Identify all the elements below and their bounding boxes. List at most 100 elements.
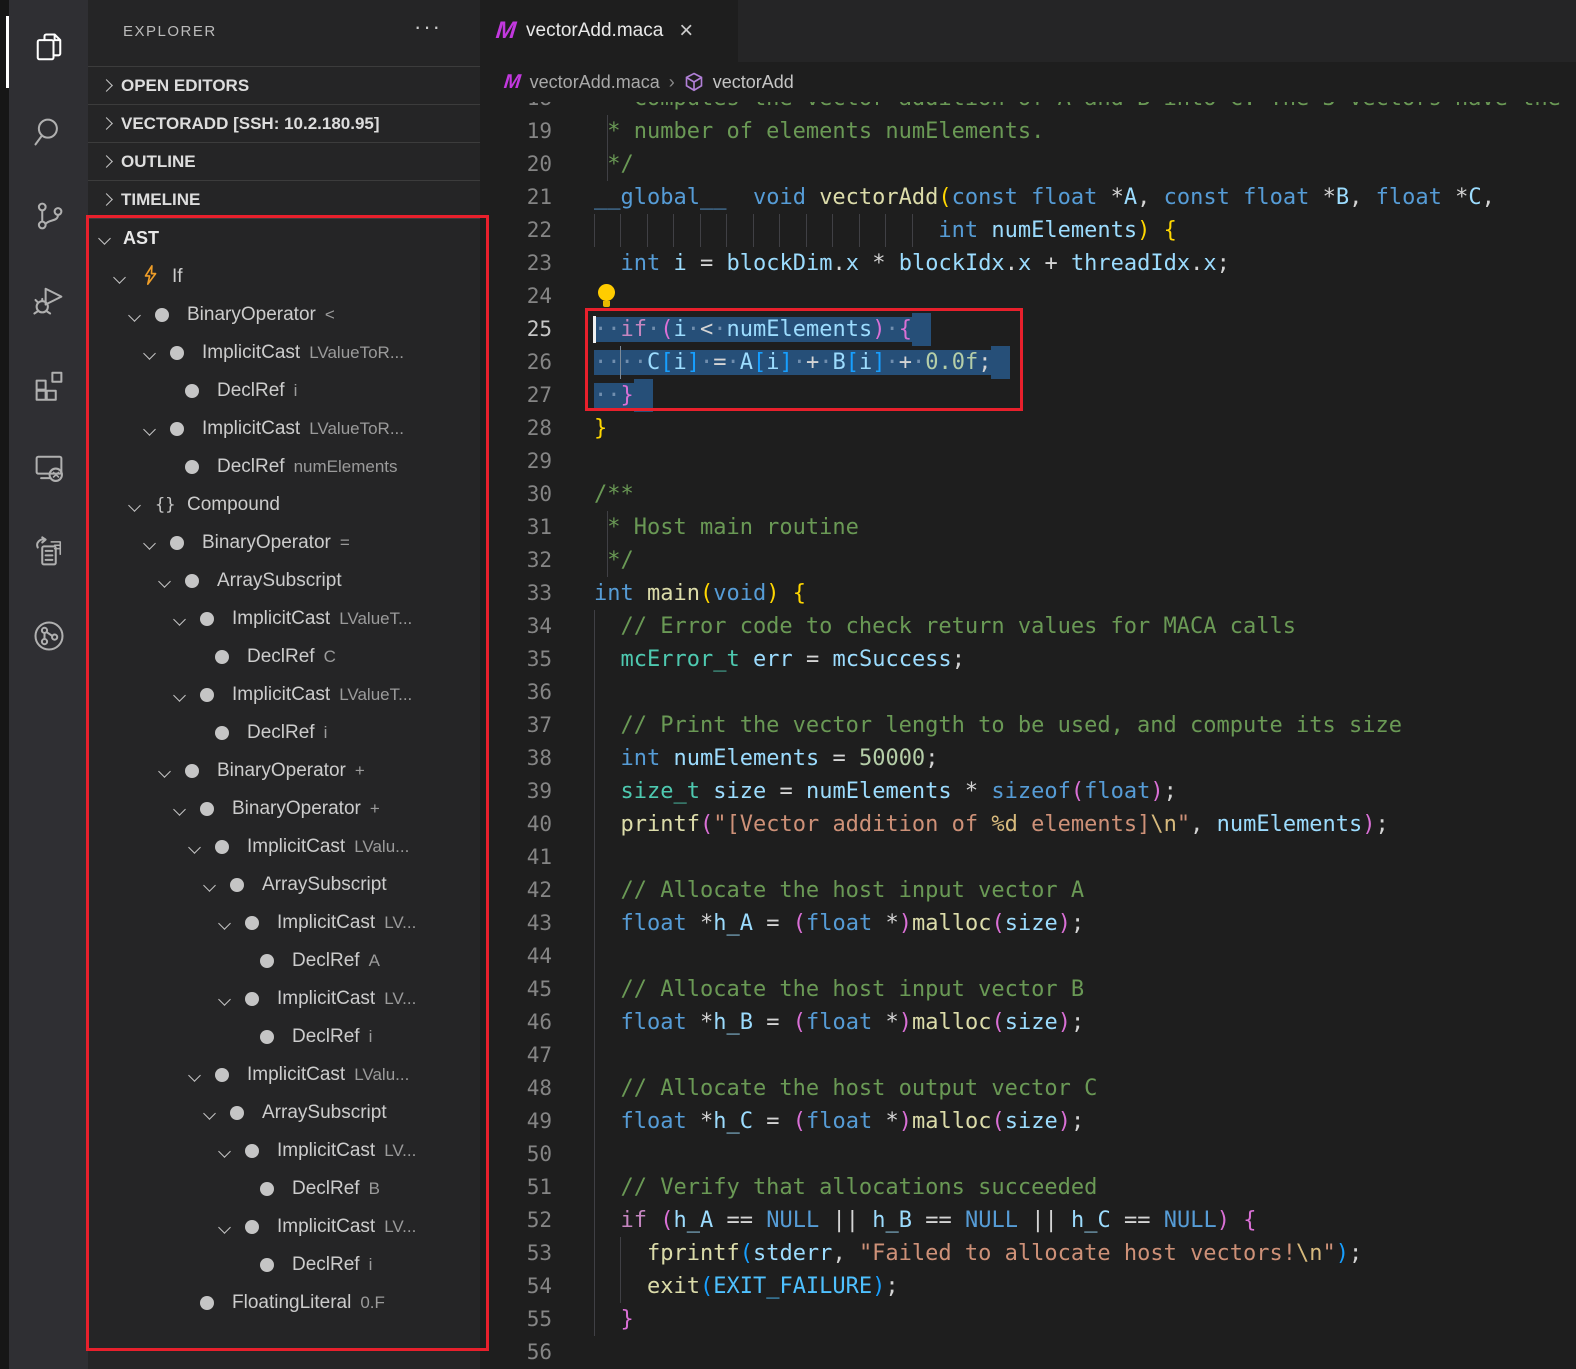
ast-node-binaryoperator-[interactable]: BinaryOperator< (88, 296, 480, 334)
code-line-49[interactable]: 49 float *h_C = (float *)malloc(size); (480, 1105, 1576, 1138)
ast-node-implicitcast-lvalu[interactable]: ImplicitCastLValu... (88, 828, 480, 866)
ast-node-implicitcast-lvaluet[interactable]: ImplicitCastLValueT... (88, 676, 480, 714)
ast-node-declref-b[interactable]: DeclRefB (88, 1170, 480, 1208)
code-line-45[interactable]: 45 // Allocate the host input vector B (480, 973, 1576, 1006)
ast-node-arraysubscript[interactable]: ArraySubscript (88, 1094, 480, 1132)
more-actions-icon[interactable]: ··· (414, 14, 442, 40)
activity-item-extensions[interactable] (9, 344, 88, 428)
code-line-25[interactable]: 25··if·(i·<·numElements)·{ (480, 313, 1576, 346)
code-line-19[interactable]: 19 * number of elements numElements. (480, 115, 1576, 148)
code-line-31[interactable]: 31 * Host main routine (480, 511, 1576, 544)
breadcrumb-file[interactable]: vectorAdd.maca (530, 72, 660, 93)
code-line-42[interactable]: 42 // Allocate the host input vector A (480, 874, 1576, 907)
indent-guide (594, 610, 595, 643)
activity-item-explorer[interactable] (9, 8, 88, 92)
code-line-41[interactable]: 41 (480, 841, 1576, 874)
code-line-38[interactable]: 38 int numElements = 50000; (480, 742, 1576, 775)
activity-bar (9, 0, 88, 1369)
text-cursor (593, 316, 596, 343)
lightbulb-icon[interactable] (598, 284, 615, 309)
activity-item-run-debug[interactable] (9, 260, 88, 344)
code-line-26[interactable]: 26····C[i]·=·A[i]·+·B[i]·+·0.0f; (480, 346, 1576, 379)
ast-section-header[interactable]: AST (88, 218, 480, 258)
code-line-48[interactable]: 48 // Allocate the host output vector C (480, 1072, 1576, 1105)
node-circle-icon (245, 1144, 259, 1158)
ast-node-desc: LValueToR... (309, 419, 404, 439)
activity-item-source-control[interactable] (9, 176, 88, 260)
ast-node-implicitcast-lvaluetor[interactable]: ImplicitCastLValueToR... (88, 334, 480, 372)
code-line-46[interactable]: 46 float *h_B = (float *)malloc(size); (480, 1006, 1576, 1039)
ast-node-arraysubscript[interactable]: ArraySubscript (88, 562, 480, 600)
code-line-40[interactable]: 40 printf("[Vector addition of %d elemen… (480, 808, 1576, 841)
code-line-34[interactable]: 34 // Error code to check return values … (480, 610, 1576, 643)
code-line-20[interactable]: 20 */ (480, 148, 1576, 181)
code-line-37[interactable]: 37 // Print the vector length to be used… (480, 709, 1576, 742)
code-line-43[interactable]: 43 float *h_A = (float *)malloc(size); (480, 907, 1576, 940)
code-line-55[interactable]: 55 } (480, 1303, 1576, 1336)
code-line-56[interactable]: 56 (480, 1336, 1576, 1369)
code-line-39[interactable]: 39 size_t size = numElements * sizeof(fl… (480, 775, 1576, 808)
sidebar-section-outline[interactable]: OUTLINE (88, 142, 480, 180)
line-text: printf("[Vector addition of %d elements]… (594, 808, 1389, 841)
code-line-51[interactable]: 51 // Verify that allocations succeeded (480, 1171, 1576, 1204)
line-text: // Verify that allocations succeeded (594, 1171, 1097, 1204)
indent-guide (594, 1270, 595, 1303)
ast-node-binaryoperator-[interactable]: BinaryOperator+ (88, 790, 480, 828)
code-area[interactable]: 18 * Computes the vector addition of A a… (480, 0, 1576, 1369)
code-line-21[interactable]: 21__global__ void vectorAdd(const float … (480, 181, 1576, 214)
code-line-22[interactable]: 22 int numElements) { (480, 214, 1576, 247)
code-line-35[interactable]: 35 mcError_t err = mcSuccess; (480, 643, 1576, 676)
ast-node-implicitcast-lv[interactable]: ImplicitCastLV... (88, 980, 480, 1018)
ast-node-implicitcast-lvalu[interactable]: ImplicitCastLValu... (88, 1056, 480, 1094)
code-line-52[interactable]: 52 if (h_A == NULL || h_B == NULL || h_C… (480, 1204, 1576, 1237)
code-line-28[interactable]: 28} (480, 412, 1576, 445)
code-line-33[interactable]: 33int main(void) { (480, 577, 1576, 610)
line-text: float *h_B = (float *)malloc(size); (594, 1006, 1084, 1039)
close-icon[interactable]: × (679, 19, 693, 43)
sidebar-section-timeline[interactable]: TIMELINE (88, 180, 480, 218)
ast-node-implicitcast-lvaluet[interactable]: ImplicitCastLValueT... (88, 600, 480, 638)
ast-node-declref-i[interactable]: DeclRefi (88, 714, 480, 752)
code-line-44[interactable]: 44 (480, 940, 1576, 973)
ast-node-declref-i[interactable]: DeclRefi (88, 1018, 480, 1056)
ast-node-declref-a[interactable]: DeclRefA (88, 942, 480, 980)
code-line-24[interactable]: 24 (480, 280, 1576, 313)
chevron-down-icon (203, 879, 216, 892)
code-line-36[interactable]: 36 (480, 676, 1576, 709)
code-line-30[interactable]: 30/** (480, 478, 1576, 511)
code-line-47[interactable]: 47 (480, 1039, 1576, 1072)
ast-node-compound[interactable]: {}Compound (88, 486, 480, 524)
ast-node-binaryoperator-[interactable]: BinaryOperator+ (88, 752, 480, 790)
line-text: } (594, 1303, 634, 1336)
breadcrumb-symbol[interactable]: vectorAdd (713, 72, 794, 93)
activity-item-remote-explorer[interactable] (9, 428, 88, 512)
node-circle-icon (170, 346, 184, 360)
code-line-32[interactable]: 32 */ (480, 544, 1576, 577)
code-line-54[interactable]: 54 exit(EXIT_FAILURE); (480, 1270, 1576, 1303)
sidebar-section-open-editors[interactable]: OPEN EDITORS (88, 66, 480, 104)
code-line-29[interactable]: 29 (480, 445, 1576, 478)
ast-node-implicitcast-lv[interactable]: ImplicitCastLV... (88, 904, 480, 942)
ast-node-if[interactable]: If (88, 258, 480, 296)
ast-node-implicitcast-lv[interactable]: ImplicitCastLV... (88, 1208, 480, 1246)
ast-node-floatingliteral-0f[interactable]: FloatingLiteral0.F (88, 1284, 480, 1322)
activity-item-document-transform[interactable] (9, 512, 88, 596)
sidebar-section-vectoradd-ssh-10-2-180-95[interactable]: VECTORADD [SSH: 10.2.180.95] (88, 104, 480, 142)
ast-node-declref-i[interactable]: DeclRefi (88, 372, 480, 410)
code-line-23[interactable]: 23 int i = blockDim.x * blockIdx.x + thr… (480, 247, 1576, 280)
tab-vectoradd-maca[interactable]: M vectorAdd.maca × (480, 0, 738, 62)
activity-item-graph[interactable] (9, 596, 88, 680)
activity-item-search[interactable] (9, 92, 88, 176)
ast-node-declref-numelements[interactable]: DeclRefnumElements (88, 448, 480, 486)
ast-node-binaryoperator-[interactable]: BinaryOperator= (88, 524, 480, 562)
code-line-53[interactable]: 53 fprintf(stderr, "Failed to allocate h… (480, 1237, 1576, 1270)
ast-node-implicitcast-lv[interactable]: ImplicitCastLV... (88, 1132, 480, 1170)
ast-node-declref-c[interactable]: DeclRefC (88, 638, 480, 676)
ast-node-arraysubscript[interactable]: ArraySubscript (88, 866, 480, 904)
ast-node-declref-i[interactable]: DeclRefi (88, 1246, 480, 1284)
ast-node-implicitcast-lvaluetor[interactable]: ImplicitCastLValueToR... (88, 410, 480, 448)
code-line-27[interactable]: 27··} (480, 379, 1576, 412)
line-number: 31 (480, 511, 552, 544)
code-line-50[interactable]: 50 (480, 1138, 1576, 1171)
chevron-down-icon (158, 575, 171, 588)
